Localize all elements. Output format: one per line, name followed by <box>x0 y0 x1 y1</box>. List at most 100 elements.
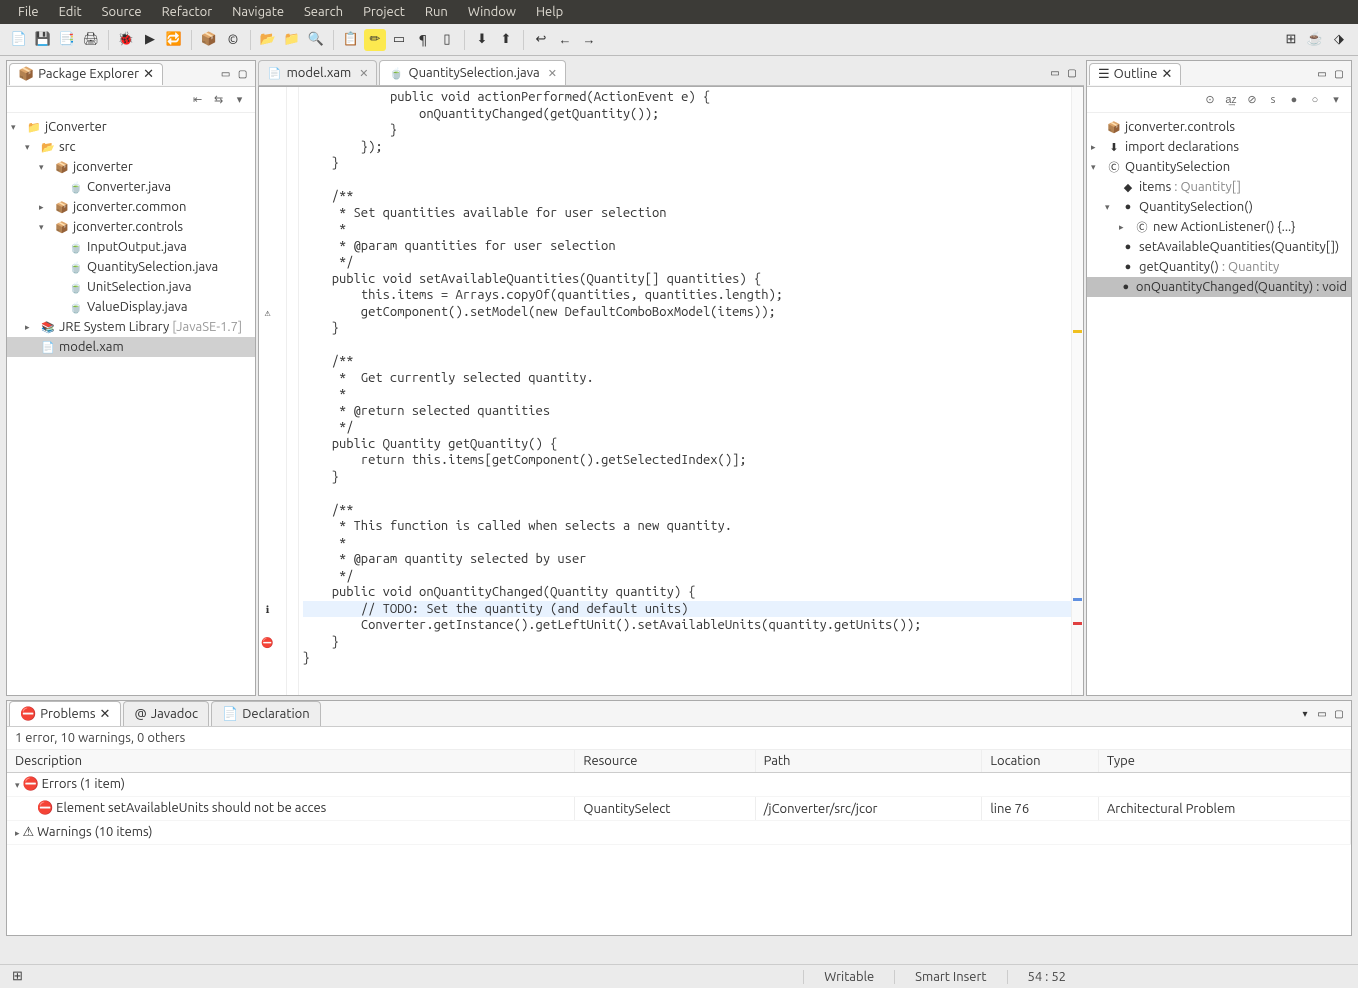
close-icon[interactable]: ✕ <box>1161 67 1172 82</box>
tree-item[interactable]: 🍵Converter.java <box>7 177 255 197</box>
close-icon[interactable]: ✕ <box>548 67 557 80</box>
tree-item[interactable]: 🍵UnitSelection.java <box>7 277 255 297</box>
tree-item[interactable]: ▾📦jconverter.controls <box>7 217 255 237</box>
menu-window[interactable]: Window <box>458 5 526 19</box>
overview-ruler[interactable] <box>1071 87 1083 695</box>
tree-item[interactable]: ▾📁jConverter <box>7 117 255 137</box>
last-edit-button[interactable]: ↩ <box>530 29 552 51</box>
outline-item[interactable]: ▸⬇import declarations <box>1087 137 1351 157</box>
show-selected-button[interactable]: ▯ <box>436 29 458 51</box>
warn-marker[interactable]: ⚠ <box>261 306 275 320</box>
tree-item[interactable]: 🍵ValueDisplay.java <box>7 297 255 317</box>
tree-item[interactable]: ▾📦jconverter <box>7 157 255 177</box>
menu-project[interactable]: Project <box>353 5 415 19</box>
hide-static-button[interactable]: s <box>1264 91 1282 109</box>
save-all-button[interactable]: 📑 <box>56 29 78 51</box>
bottom-tab-javadoc[interactable]: @Javadoc <box>123 701 209 726</box>
minimize-button[interactable]: ▭ <box>1314 66 1330 82</box>
outline-item[interactable]: ●setAvailableQuantities(Quantity[]) <box>1087 237 1351 257</box>
next-annotation-button[interactable]: ⬇ <box>471 29 493 51</box>
bottom-tab-declaration[interactable]: 📄Declaration <box>211 701 321 726</box>
maximize-button[interactable]: ▢ <box>1331 706 1347 722</box>
minimize-button[interactable]: ▭ <box>218 66 234 82</box>
java-perspective-button[interactable]: ☕ <box>1304 29 1326 51</box>
new-package-button[interactable]: 📦 <box>198 29 220 51</box>
toggle-mark-button[interactable]: ✏ <box>364 29 386 51</box>
link-editor-button[interactable]: ⇆ <box>210 91 228 109</box>
outline-item[interactable]: ●onQuantityChanged(Quantity) : void <box>1087 277 1351 297</box>
outline-item[interactable]: ▾ⒸQuantitySelection <box>1087 157 1351 177</box>
new-class-button[interactable]: © <box>222 29 244 51</box>
outline-item[interactable]: 📦jconverter.controls <box>1087 117 1351 137</box>
maximize-button[interactable]: ▢ <box>235 66 251 82</box>
outline-tab[interactable]: ☰ Outline ✕ <box>1089 63 1181 85</box>
search-button[interactable]: 🔍 <box>305 29 327 51</box>
package-explorer-tab[interactable]: 📦 Package Explorer ✕ <box>9 63 163 85</box>
col-header[interactable]: Resource <box>575 750 755 773</box>
editor-tab[interactable]: 🍵QuantitySelection.java✕ <box>379 60 565 85</box>
code-editor[interactable]: ⚠ ℹ ⛔ public void actionPerformed(ActionEv… <box>258 86 1084 696</box>
toggle-breadcrumb-button[interactable]: 📋 <box>340 29 362 51</box>
col-header[interactable]: Location <box>982 750 1098 773</box>
hide-local-button[interactable]: ○ <box>1306 91 1324 109</box>
forward-button[interactable]: → <box>578 29 600 51</box>
hide-fields-button[interactable]: ⊘ <box>1243 91 1261 109</box>
open-perspective-button[interactable]: ⊞ <box>1280 29 1302 51</box>
view-menu-button[interactable]: ▾ <box>1327 91 1345 109</box>
back-button[interactable]: ← <box>554 29 576 51</box>
prev-annotation-button[interactable]: ⬆ <box>495 29 517 51</box>
outline-tree[interactable]: 📦jconverter.controls▸⬇import declaration… <box>1087 113 1351 695</box>
package-tree[interactable]: ▾📁jConverter▾📂src▾📦jconverter🍵Converter.… <box>7 113 255 695</box>
gutter[interactable]: ⚠ ℹ ⛔ <box>259 87 287 695</box>
debug-button[interactable]: 🐞 <box>115 29 137 51</box>
info-marker[interactable]: ℹ <box>261 603 275 617</box>
menu-refactor[interactable]: Refactor <box>152 5 223 19</box>
save-button[interactable]: 💾 <box>32 29 54 51</box>
view-menu-button[interactable]: ▾ <box>231 91 249 109</box>
open-task-button[interactable]: 📁 <box>281 29 303 51</box>
col-header[interactable]: Description <box>7 750 575 773</box>
problem-row[interactable]: ⛔ Element setAvailableUnits should not b… <box>7 797 1351 821</box>
menu-source[interactable]: Source <box>92 5 152 19</box>
outline-item[interactable]: ▸Ⓒnew ActionListener() {...} <box>1087 217 1351 237</box>
menu-navigate[interactable]: Navigate <box>222 5 294 19</box>
outline-item[interactable]: ●getQuantity() : Quantity <box>1087 257 1351 277</box>
problems-table[interactable]: DescriptionResourcePathLocationType ▾ ⛔ … <box>7 750 1351 935</box>
editor-tab[interactable]: 📄model.xam✕ <box>258 60 378 85</box>
run-button[interactable]: ▶ <box>139 29 161 51</box>
menu-edit[interactable]: Edit <box>49 5 92 19</box>
col-header[interactable]: Path <box>755 750 982 773</box>
tree-item[interactable]: ▸📚JRE System Library [JavaSE-1.7] <box>7 317 255 337</box>
tree-item[interactable]: 📄model.xam <box>7 337 255 357</box>
close-icon[interactable]: ✕ <box>143 67 154 82</box>
menu-help[interactable]: Help <box>526 5 573 19</box>
focus-button[interactable]: ⊙ <box>1201 91 1219 109</box>
print-button[interactable]: 🖨 <box>80 29 102 51</box>
tree-item[interactable]: 🍵QuantitySelection.java <box>7 257 255 277</box>
open-type-button[interactable]: 📂 <box>257 29 279 51</box>
problem-group[interactable]: ▸ ⚠ Warnings (10 items) <box>7 821 1351 845</box>
collapse-all-button[interactable]: ⇤ <box>189 91 207 109</box>
bottom-tab-problems[interactable]: ⛔Problems✕ <box>9 701 121 726</box>
close-icon[interactable]: ✕ <box>359 67 368 80</box>
err-marker[interactable]: ⛔ <box>261 636 275 650</box>
run-last-button[interactable]: 🔁 <box>163 29 185 51</box>
minimize-button[interactable]: ▭ <box>1047 65 1063 81</box>
menu-run[interactable]: Run <box>415 5 458 19</box>
col-header[interactable]: Type <box>1098 750 1350 773</box>
new-button[interactable]: 📄 <box>8 29 30 51</box>
tree-item[interactable]: ▾📂src <box>7 137 255 157</box>
show-whitespace-button[interactable]: ¶ <box>412 29 434 51</box>
fold-column[interactable] <box>287 87 299 695</box>
minimize-button[interactable]: ▭ <box>1314 706 1330 722</box>
menu-search[interactable]: Search <box>294 5 353 19</box>
sort-button[interactable]: a͢z <box>1222 91 1240 109</box>
code-body[interactable]: public void actionPerformed(ActionEvent … <box>299 87 1071 695</box>
tree-item[interactable]: 🍵InputOutput.java <box>7 237 255 257</box>
maximize-button[interactable]: ▢ <box>1064 65 1080 81</box>
outline-item[interactable]: ▾●QuantitySelection() <box>1087 197 1351 217</box>
xml-perspective-button[interactable]: ⬗ <box>1328 29 1350 51</box>
maximize-button[interactable]: ▢ <box>1331 66 1347 82</box>
menu-file[interactable]: File <box>8 5 49 19</box>
problem-group[interactable]: ▾ ⛔ Errors (1 item) <box>7 773 1351 797</box>
